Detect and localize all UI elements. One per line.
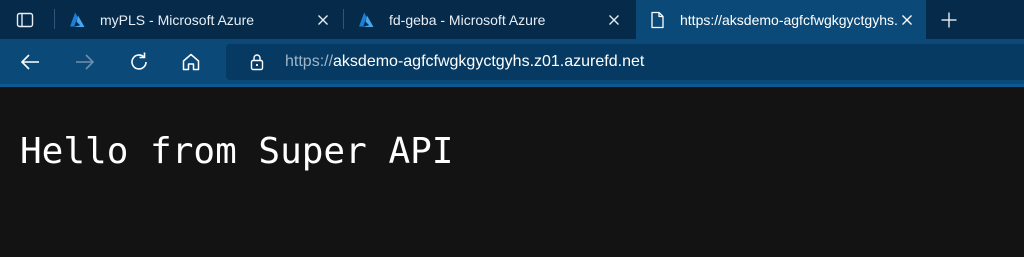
tab-mypls[interactable]: myPLS - Microsoft Azure	[56, 0, 342, 39]
url-text: https://aksdemo-agfcfwgkgyctgyhs.z01.azu…	[285, 53, 644, 71]
tab-separator	[54, 9, 55, 29]
lock-icon[interactable]	[248, 53, 266, 71]
url-scheme: https://	[285, 53, 334, 70]
refresh-icon	[131, 52, 147, 70]
arrow-left-icon	[20, 54, 39, 70]
tab-title: myPLS - Microsoft Azure	[100, 11, 255, 28]
refresh-button[interactable]	[124, 47, 154, 77]
tab-close-button[interactable]	[605, 11, 623, 29]
close-icon	[902, 14, 912, 25]
forward-button[interactable]	[70, 47, 100, 77]
tab-title: fd-geba - Microsoft Azure	[389, 11, 546, 28]
tab-close-button[interactable]	[314, 11, 332, 29]
tab-separator	[343, 9, 344, 29]
close-icon	[318, 14, 328, 25]
tab-strip: myPLS - Microsoft Azure fd-geba - Micros…	[0, 0, 1024, 39]
tab-title: https://aksdemo-agfcfwgkgyctgyhs.z01.azu…	[680, 11, 898, 28]
page-content: Hello from Super API	[0, 87, 1024, 257]
azure-logo-icon	[359, 12, 374, 27]
back-button[interactable]	[15, 47, 45, 77]
tab-fd-geba[interactable]: fd-geba - Microsoft Azure	[345, 0, 633, 39]
close-icon	[609, 14, 619, 25]
home-button[interactable]	[176, 47, 206, 77]
new-tab-button[interactable]	[936, 7, 962, 33]
tab-actions-icon	[16, 12, 34, 27]
azure-logo-icon	[70, 12, 85, 27]
url-host: aksdemo-agfcfwgkgyctgyhs.z01.azurefd.net	[333, 53, 645, 70]
browser-toolbar: https://aksdemo-agfcfwgkgyctgyhs.z01.azu…	[0, 39, 1024, 84]
plus-icon	[941, 12, 957, 28]
arrow-right-icon	[76, 54, 95, 70]
home-icon	[182, 53, 200, 71]
tab-aksdemo[interactable]: https://aksdemo-agfcfwgkgyctgyhs.z01.azu…	[636, 0, 926, 39]
page-icon	[651, 11, 664, 28]
tab-actions-button[interactable]	[0, 0, 50, 39]
address-bar[interactable]: https://aksdemo-agfcfwgkgyctgyhs.z01.azu…	[226, 44, 1024, 80]
tab-close-button[interactable]	[898, 11, 916, 29]
page-body-text: Hello from Super API	[20, 131, 454, 172]
